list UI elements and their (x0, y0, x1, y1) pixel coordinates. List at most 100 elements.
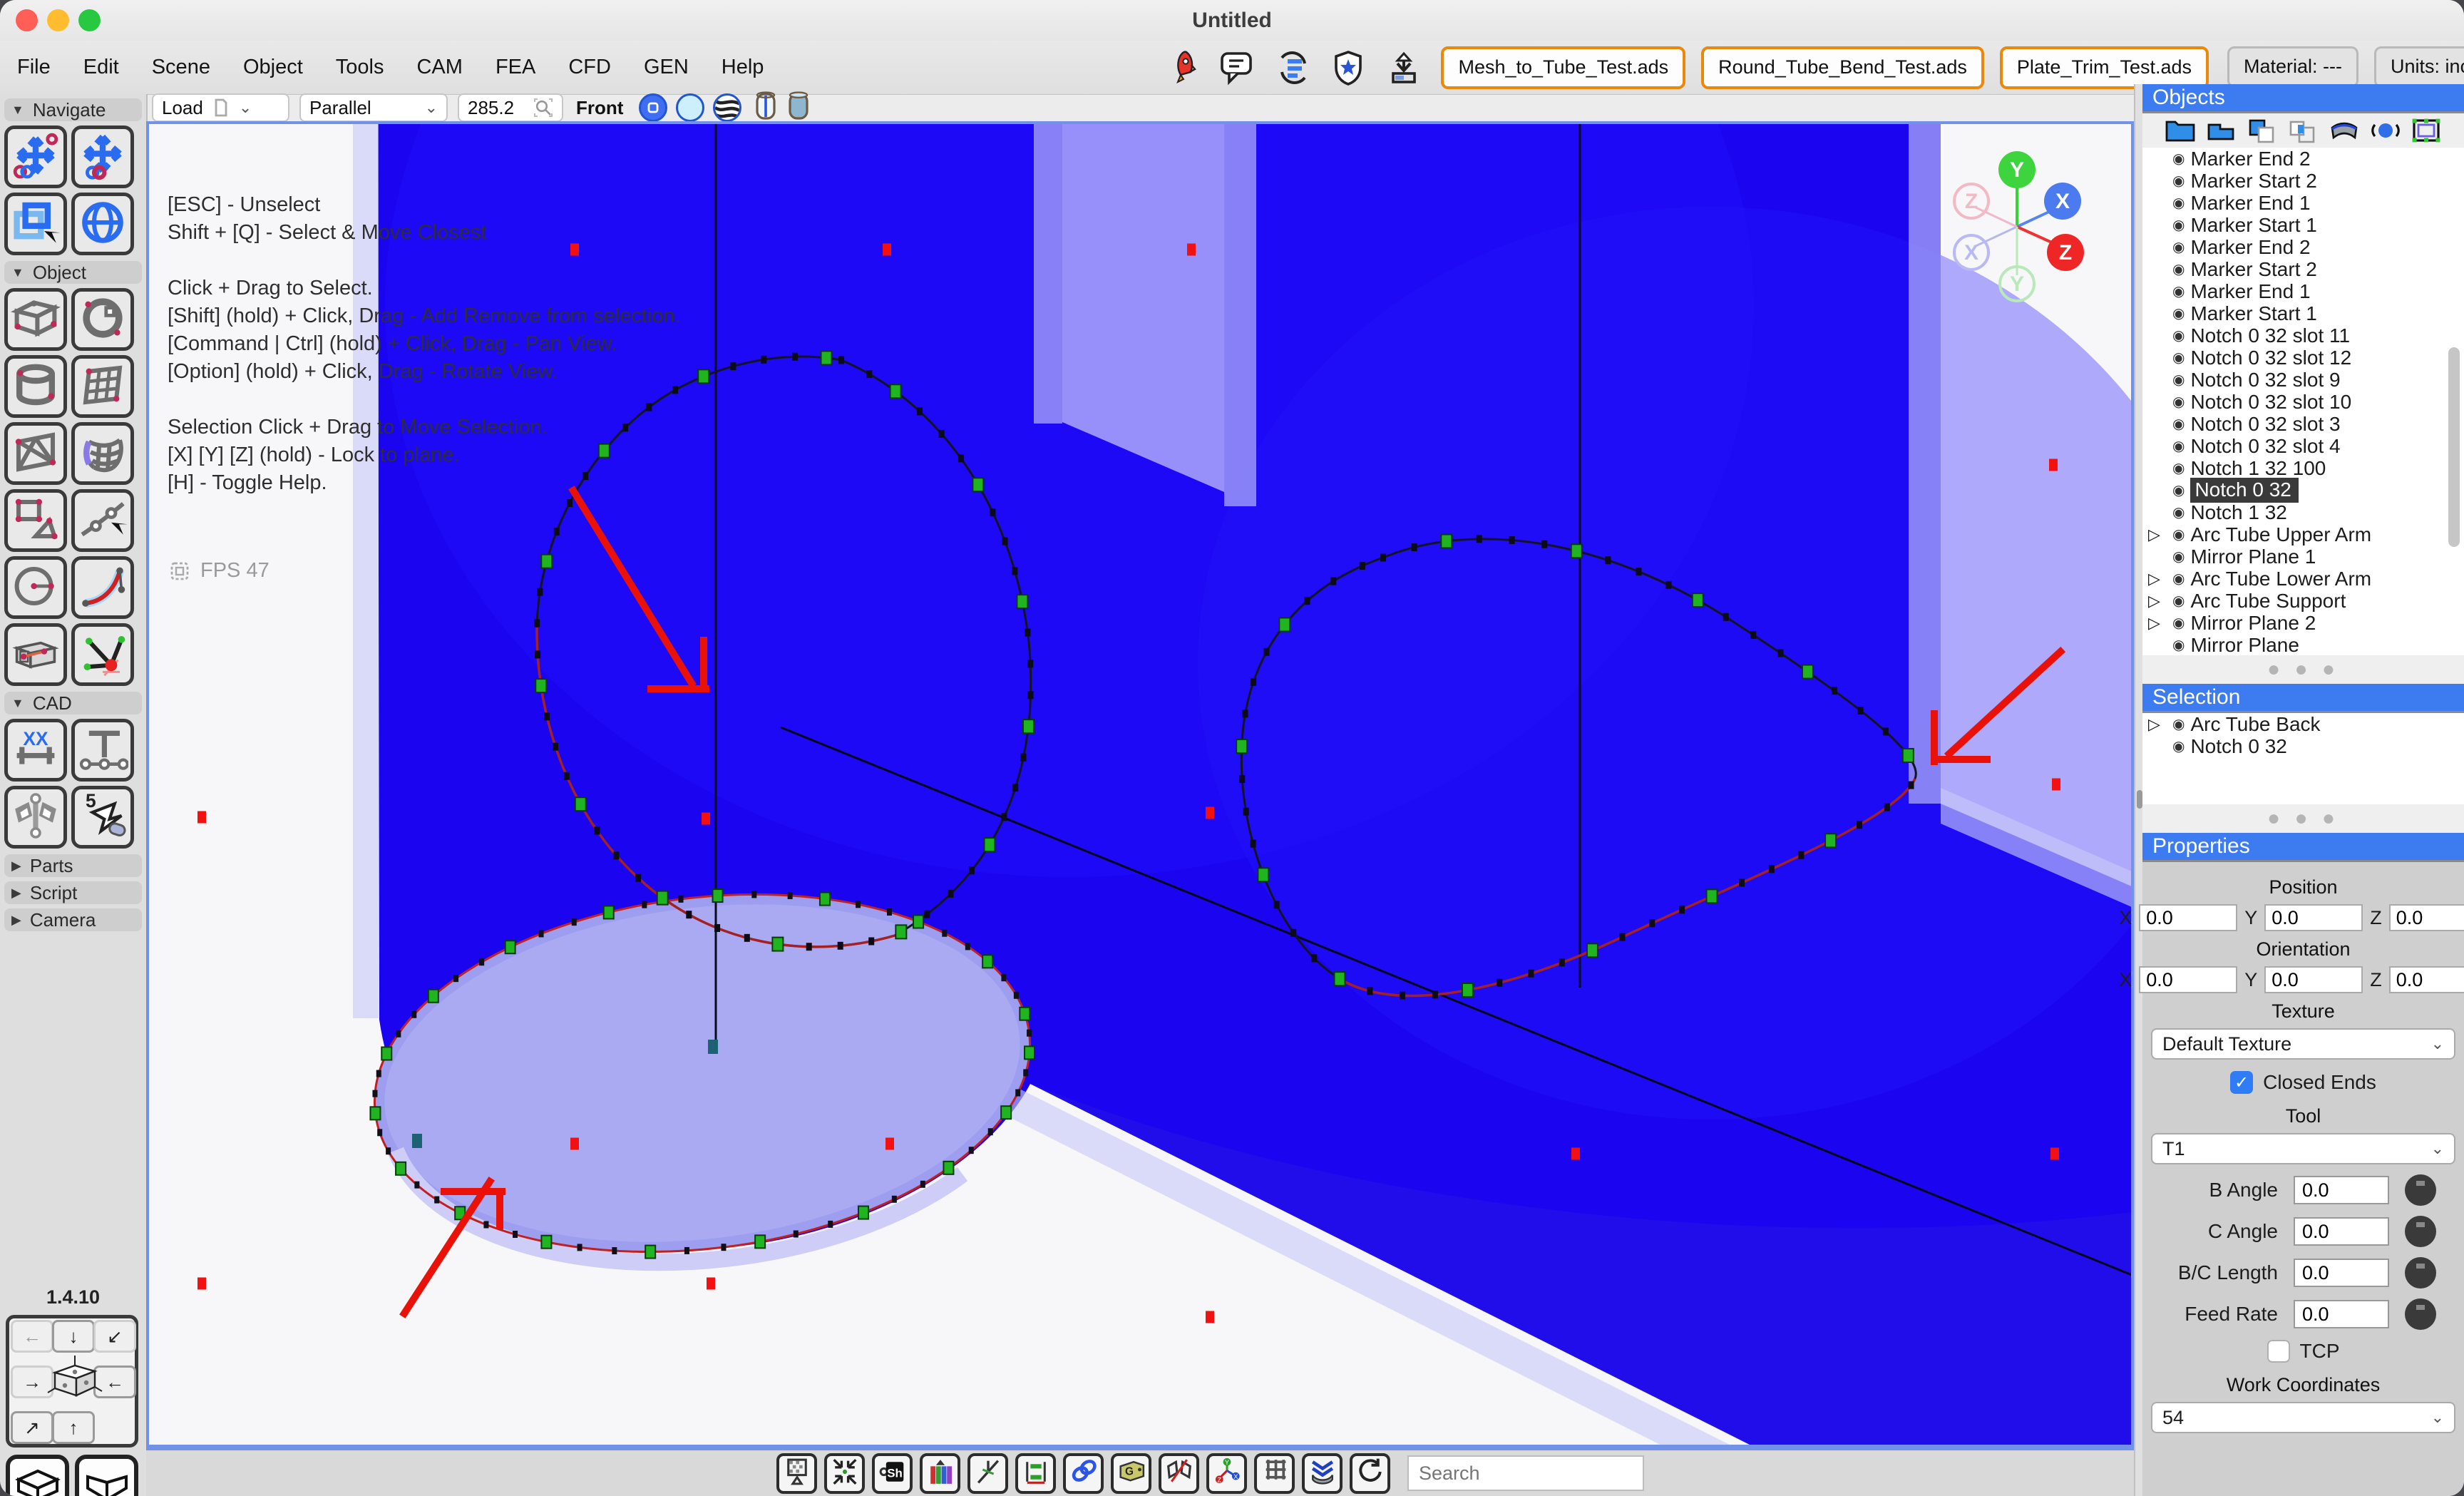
axes-button[interactable]: YZX (1206, 1453, 1247, 1494)
object-visibility-icon[interactable]: ◉ (2172, 282, 2185, 300)
triangle-mesh-tool-button[interactable] (4, 422, 67, 485)
beam-xx-tool-button[interactable]: XX (4, 719, 67, 782)
pan-tool-button[interactable] (71, 125, 134, 188)
object-visibility-icon[interactable]: ◉ (2172, 614, 2185, 632)
export-mesh-button[interactable] (776, 1453, 817, 1494)
recent-file-button[interactable]: Plate_Trim_Test.ads (2000, 46, 2209, 89)
globe-tool-button[interactable] (71, 193, 134, 255)
position-y-field[interactable] (2264, 904, 2363, 931)
projection-dropdown[interactable]: Parallel ⌄ (299, 93, 448, 122)
collapse-button[interactable] (824, 1453, 865, 1494)
shapes-2d-tool-button[interactable] (4, 489, 67, 552)
object-visibility-icon[interactable]: ◉ (2172, 737, 2185, 755)
menu-edit[interactable]: Edit (83, 56, 119, 79)
menu-object[interactable]: Object (243, 56, 303, 79)
point-light-tool-button[interactable] (71, 623, 134, 686)
object-list-item[interactable]: ◉Notch 0 32 slot 4 (2142, 435, 2464, 457)
tube-solid-button[interactable] (786, 90, 811, 126)
menu-gen[interactable]: GEN (644, 56, 689, 79)
closed-ends-checkbox[interactable]: ✓ (2230, 1071, 2253, 1094)
recent-file-button[interactable]: Round_Tube_Bend_Test.ads (1701, 46, 1984, 89)
object-list-item[interactable]: ◉Notch 0 32 slot 10 (2142, 391, 2464, 413)
menu-cfd[interactable]: CFD (568, 56, 611, 79)
menu-file[interactable]: File (17, 56, 51, 79)
mirror-kaleido-tool-button[interactable] (4, 786, 67, 849)
object-visibility-icon[interactable]: ◉ (2172, 636, 2185, 654)
cylinder-tool-button[interactable] (4, 355, 67, 418)
lathe-tool-button[interactable] (71, 422, 134, 485)
tube-outline-button[interactable] (753, 90, 779, 126)
sidebar-section-cad[interactable]: ▼CAD (4, 692, 142, 714)
box-tool-button[interactable] (4, 288, 67, 351)
object-visibility-icon[interactable]: ◉ (2172, 437, 2185, 455)
snap-line-button[interactable] (967, 1453, 1008, 1494)
view-box-bottom-button[interactable] (75, 1455, 138, 1496)
object-visibility-icon[interactable]: ◉ (2172, 415, 2185, 433)
object-visibility-icon[interactable]: ◉ (2172, 216, 2185, 234)
value-knob[interactable] (2405, 1257, 2436, 1288)
sidebar-section-object[interactable]: ▼Object (4, 261, 142, 284)
disclosure-triangle-icon[interactable]: ▷ (2148, 570, 2167, 588)
object-visibility-icon[interactable]: ◉ (2172, 172, 2185, 190)
nav-up-corner-button[interactable]: ↗ (11, 1411, 53, 1444)
zoom-field[interactable]: 285.2 (458, 93, 563, 122)
link-button[interactable] (1063, 1453, 1104, 1494)
object-list-item[interactable]: ▷◉Arc Tube Upper Arm (2142, 523, 2464, 545)
object-list-item[interactable]: ◉Marker End 1 (2142, 280, 2464, 302)
object-visibility-icon[interactable]: ◉ (2172, 260, 2185, 278)
object-visibility-icon[interactable]: ◉ (2172, 548, 2185, 565)
object-visibility-icon[interactable]: ◉ (2172, 715, 2185, 733)
dimension-t-tool-button[interactable] (71, 719, 134, 782)
object-visibility-icon[interactable]: ◉ (2172, 150, 2185, 168)
object-list-item[interactable]: ◉Marker End 2 (2142, 148, 2464, 170)
object-visibility-icon[interactable]: ◉ (2172, 327, 2185, 344)
panel-resize-grip[interactable]: ● ● ● (2142, 804, 2464, 833)
position-x-field[interactable] (2139, 904, 2237, 931)
nav-left-button[interactable]: ← (11, 1320, 53, 1353)
surface-icon[interactable] (2328, 116, 2361, 145)
object-visibility-icon[interactable]: ◉ (2172, 194, 2185, 212)
object-list-item[interactable]: ◉Mirror Plane (2142, 634, 2464, 655)
instance-icon[interactable] (2286, 116, 2319, 145)
shade-button[interactable]: Sh (872, 1453, 913, 1494)
load-dropdown[interactable]: Load ⌄ (152, 93, 289, 122)
plane-grid-tool-button[interactable] (71, 355, 134, 418)
wire-view-button[interactable] (676, 93, 704, 122)
shield-star-icon[interactable] (1330, 49, 1367, 86)
rect-tube-tool-button[interactable] (4, 623, 67, 686)
object-list-item[interactable]: ▷◉Arc Tube Lower Arm (2142, 568, 2464, 590)
selection-panel-header[interactable]: Selection (2142, 684, 2464, 713)
properties-panel-header[interactable]: Properties (2142, 833, 2464, 862)
object-visibility-icon[interactable]: ◉ (2172, 393, 2185, 411)
viewport-3d[interactable]: [ESC] - UnselectShift + [Q] - Select & M… (146, 121, 2134, 1448)
object-list-item[interactable]: ◉Notch 0 32 slot 3 (2142, 413, 2464, 435)
texture-dropdown[interactable]: Default Texture⌄ (2151, 1028, 2455, 1060)
object-list-item[interactable]: ◉Notch 1 32 (2142, 501, 2464, 523)
box-select-tool-button[interactable] (4, 193, 67, 255)
material-button[interactable]: Material: --- (2227, 46, 2358, 88)
object-visibility-icon[interactable]: ◉ (2172, 481, 2185, 499)
refresh-button[interactable] (1350, 1453, 1390, 1494)
disclosure-triangle-icon[interactable]: ▷ (2148, 715, 2167, 734)
layers-button[interactable] (1302, 1453, 1343, 1494)
pan-orbit-tool-button[interactable] (4, 125, 67, 188)
object-list-item[interactable]: ◉Notch 0 32 slot 12 (2142, 347, 2464, 369)
sidebar-section-navigate[interactable]: ▼Navigate (4, 98, 142, 121)
object-visibility-icon[interactable]: ◉ (2172, 238, 2185, 256)
torus-tool-button[interactable] (71, 288, 134, 351)
disclosure-triangle-icon[interactable]: ▷ (2148, 614, 2167, 632)
object-list-item[interactable]: ◉Notch 0 32 slot 11 (2142, 324, 2464, 347)
value-knob[interactable] (2405, 1216, 2436, 1247)
units-button[interactable]: Units: inches (2374, 46, 2464, 88)
object-visibility-icon[interactable]: ◉ (2172, 570, 2185, 588)
object-list-item[interactable]: ▷◉Mirror Plane 2 (2142, 612, 2464, 634)
objects-panel-header[interactable]: Objects (2142, 84, 2464, 113)
orientation-z-field[interactable] (2389, 966, 2464, 993)
disclosure-triangle-icon[interactable]: ▷ (2148, 592, 2167, 610)
object-list-item[interactable]: ◉Marker Start 2 (2142, 258, 2464, 280)
grid-button[interactable] (1254, 1453, 1295, 1494)
object-list-item[interactable]: ◉Marker Start 1 (2142, 302, 2464, 324)
feed-rate-field[interactable] (2294, 1300, 2389, 1328)
value-knob[interactable] (2405, 1174, 2436, 1206)
zebra-view-button[interactable] (713, 93, 741, 122)
